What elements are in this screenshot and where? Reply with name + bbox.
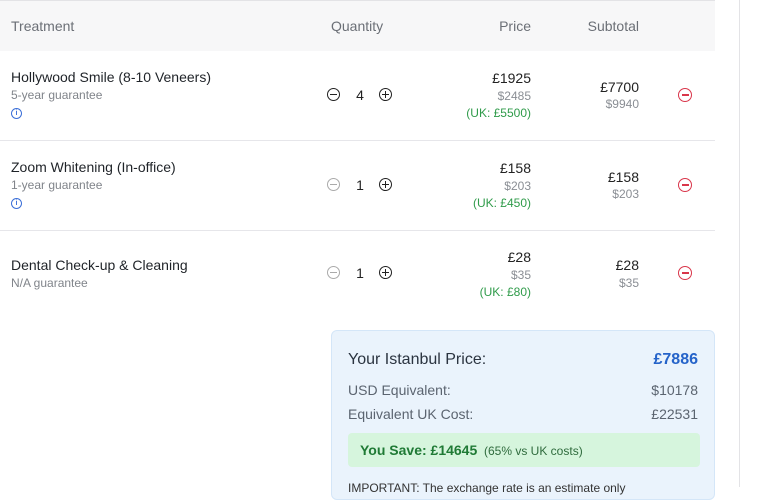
header-treatment: Treatment [11,18,75,34]
decrease-quantity-button[interactable] [327,88,340,101]
subtotal-gbp: £158 [607,169,639,185]
subtotal-gbp: £7700 [600,79,639,95]
price-uk: (UK: £450) [472,196,531,210]
decrease-quantity-button[interactable] [327,266,340,279]
info-icon[interactable]: i [11,108,22,119]
header-quantity: Quantity [331,18,384,34]
quantity-value: 4 [356,87,364,103]
important-note: IMPORTANT: The exchange rate is an estim… [348,481,626,495]
table-row: Hollywood Smile (8-10 Veneers) 5-year gu… [0,51,715,141]
price-gbp: £158 [499,160,531,176]
subtotal-gbp: £28 [615,257,639,273]
usd-equivalent-value: $10178 [651,382,698,398]
decrease-quantity-button[interactable] [327,178,340,191]
uk-cost-label: Equivalent UK Cost: [348,406,474,422]
header-price: Price [499,18,531,34]
uk-cost-value: £22531 [651,406,698,422]
panel-divider [739,0,740,487]
price-usd: $35 [510,268,531,282]
price-gbp: £1925 [492,70,531,86]
guarantee-text: 5-year guarantee [11,88,103,102]
remove-item-icon[interactable] [678,178,692,192]
header-subtotal: Subtotal [587,18,639,34]
savings-amount: You Save: £14645 [360,442,478,458]
table-header: Treatment Quantity Price Subtotal [0,0,715,52]
treatment-name: Hollywood Smile (8-10 Veneers) [11,69,211,85]
savings-percent: (65% vs UK costs) [484,444,583,458]
subtotal-usd: $9940 [605,97,639,111]
summary-title: Your Istanbul Price: [348,351,487,368]
remove-item-icon[interactable] [678,266,692,280]
subtotal-usd: $35 [618,276,639,290]
savings-banner: You Save: £14645 (65% vs UK costs) [348,433,700,467]
treatment-name: Dental Check-up & Cleaning [11,257,188,273]
quantity-value: 1 [356,177,364,193]
price-uk: (UK: £5500) [466,106,531,120]
price-uk: (UK: £80) [479,285,531,299]
guarantee-text: 1-year guarantee [11,178,103,192]
price-usd: $2485 [497,89,531,103]
price-summary-panel: Your Istanbul Price: £7886 USD Equivalen… [331,330,715,500]
usd-equivalent-label: USD Equivalent: [348,382,451,398]
quantity-value: 1 [356,265,364,281]
subtotal-usd: $203 [612,187,639,201]
guarantee-text: N/A guarantee [11,276,88,290]
price-gbp: £28 [507,249,531,265]
table-row: Zoom Whitening (In-office) 1-year guaran… [0,141,715,231]
treatment-name: Zoom Whitening (In-office) [11,159,176,175]
price-usd: $203 [504,179,531,193]
increase-quantity-button[interactable] [379,88,392,101]
info-icon[interactable]: i [11,198,22,209]
summary-total: £7886 [653,351,699,368]
table-row: Dental Check-up & Cleaning N/A guarantee… [0,231,715,320]
remove-item-icon[interactable] [678,88,692,102]
increase-quantity-button[interactable] [379,266,392,279]
increase-quantity-button[interactable] [379,178,392,191]
